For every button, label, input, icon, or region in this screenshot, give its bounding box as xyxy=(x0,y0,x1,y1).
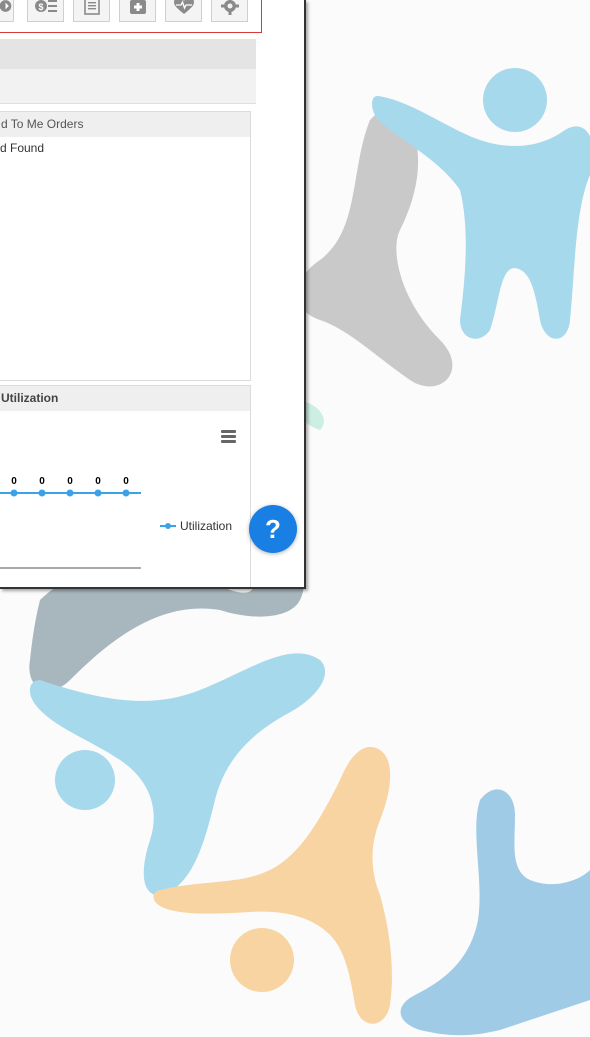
heart-monitor-icon xyxy=(173,0,194,14)
chart-legend[interactable]: Utilization xyxy=(160,519,232,533)
billing-icon: $ xyxy=(34,0,57,12)
refresh-icon xyxy=(0,0,12,12)
legend-series-marker xyxy=(160,523,176,529)
help-label: ? xyxy=(265,513,281,544)
utilization-point[interactable] xyxy=(66,489,74,497)
blue-figure-head xyxy=(483,68,547,132)
orders-empty-message: d Found xyxy=(0,141,45,155)
utilization-data-label: 0 xyxy=(95,476,101,487)
document-button[interactable] xyxy=(73,0,110,22)
utilization-point[interactable] xyxy=(38,489,46,497)
refresh-button[interactable] xyxy=(0,0,14,22)
section-subheader-bar xyxy=(0,69,256,104)
utilization-point[interactable] xyxy=(122,489,130,497)
orange-figure-head xyxy=(230,928,294,992)
settings-button[interactable] xyxy=(211,0,248,22)
document-icon xyxy=(83,0,100,15)
orders-panel-title: d To Me Orders xyxy=(0,112,250,137)
app-window: $ d To Me Orders d Found Utilization 0 0… xyxy=(0,0,306,589)
utilization-point[interactable] xyxy=(10,489,18,497)
utilization-panel: Utilization 00000 Utilization xyxy=(0,385,251,587)
medical-kit-button[interactable] xyxy=(119,0,156,22)
blue-figure-right xyxy=(400,789,590,1036)
utilization-data-label: 0 xyxy=(11,476,17,487)
utilization-data-label: 0 xyxy=(67,476,73,487)
section-header-bar xyxy=(0,39,256,69)
billing-button[interactable]: $ xyxy=(27,0,64,22)
settings-icon xyxy=(220,0,239,15)
utilization-chart: 0 0 0 0 0 xyxy=(0,476,141,569)
utilization-data-label: 0 xyxy=(39,476,45,487)
light-blue-figure-head xyxy=(55,750,115,810)
orders-panel: d To Me Orders d Found xyxy=(0,111,251,381)
toolbar: $ xyxy=(0,0,262,33)
medical-kit-icon xyxy=(129,0,146,14)
heart-monitor-button[interactable] xyxy=(165,0,202,22)
utilization-data-label: 0 xyxy=(123,476,129,487)
legend-label: Utilization xyxy=(180,519,233,533)
svg-text:$: $ xyxy=(38,2,43,12)
utilization-point[interactable] xyxy=(94,489,102,497)
help-button[interactable]: ? xyxy=(249,505,297,553)
